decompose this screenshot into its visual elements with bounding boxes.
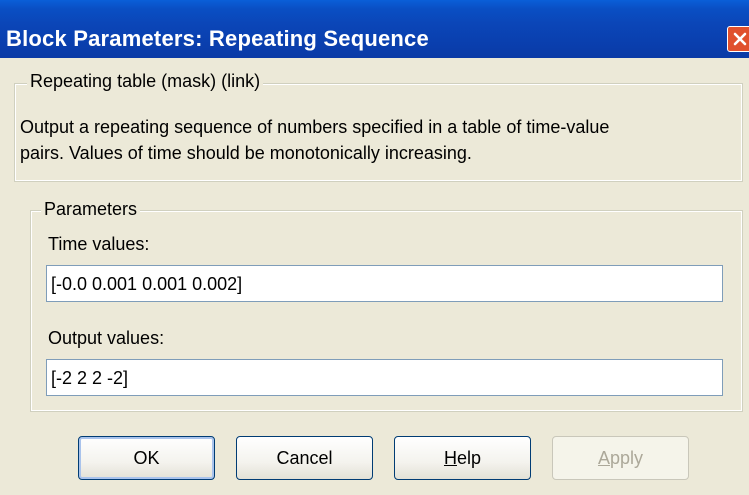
parameters-group-legend: Parameters (41, 199, 141, 220)
mask-description-line-2: pairs. Values of time should be monotoni… (20, 143, 472, 163)
apply-button: Apply (552, 436, 689, 480)
title-bar[interactable]: Block Parameters: Repeating Sequence (0, 0, 749, 58)
output-values-field[interactable]: [-2 2 2 -2] (46, 359, 723, 396)
help-button-label: Help (444, 448, 481, 469)
mask-group-legend: Repeating table (mask) (link) (27, 71, 264, 92)
time-values-field[interactable]: [-0.0 0.001 0.001 0.002] (46, 265, 723, 302)
mask-description-line-1: Output a repeating sequence of numbers s… (20, 117, 610, 137)
time-values-label: Time values: (48, 234, 150, 254)
output-values-label: Output values: (48, 328, 165, 348)
help-label-rest: elp (456, 447, 482, 468)
ok-button-label: OK (133, 447, 160, 468)
cancel-button[interactable]: Cancel (236, 436, 373, 480)
close-button[interactable] (727, 26, 749, 52)
apply-accelerator: A (597, 447, 610, 468)
cancel-button-label: Cancel (276, 447, 333, 468)
apply-label-rest: pply (609, 447, 644, 468)
block-parameters-dialog: Block Parameters: Repeating Sequence Rep… (0, 0, 749, 495)
ok-button[interactable]: OK (78, 436, 215, 480)
close-icon (733, 32, 747, 46)
help-button[interactable]: Help (394, 436, 531, 480)
apply-button-label: Apply (598, 448, 643, 469)
window-title: Block Parameters: Repeating Sequence (6, 26, 429, 51)
help-accelerator: H (443, 447, 457, 468)
